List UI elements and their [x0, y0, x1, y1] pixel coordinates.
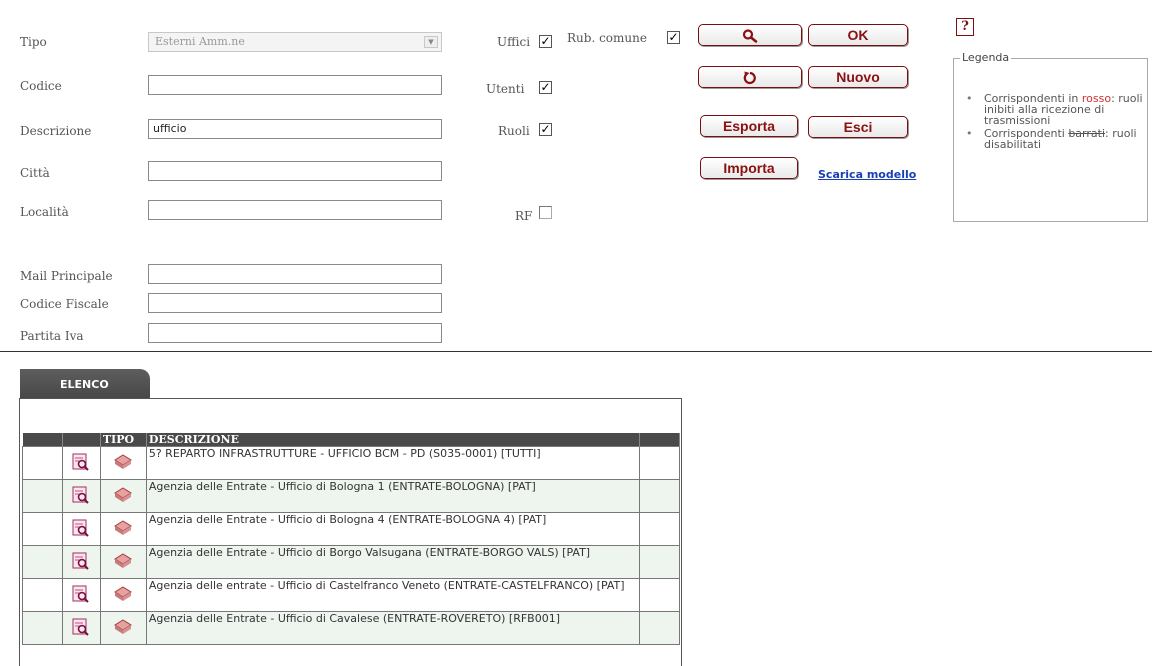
table-row[interactable]: Agenzia delle Entrate - Ufficio di Bolog…	[22, 479, 680, 513]
search-icon	[742, 29, 758, 44]
reset-button[interactable]	[698, 66, 802, 88]
row-extra-cell	[639, 545, 680, 579]
row-select-cell[interactable]	[22, 446, 63, 480]
utenti-checkbox[interactable]: ✓	[539, 81, 552, 94]
detail-icon[interactable]	[61, 578, 101, 612]
detail-icon[interactable]	[61, 446, 101, 480]
table-row[interactable]: Agenzia delle Entrate - Ufficio di Borgo…	[22, 545, 680, 579]
table-header: TIPO DESCRIZIONE	[22, 433, 680, 447]
row-select-cell[interactable]	[22, 512, 63, 546]
row-descrizione: Agenzia delle entrate - Ufficio di Caste…	[145, 578, 641, 612]
uffici-checkbox[interactable]: ✓	[539, 35, 552, 48]
tipo-label: Tipo	[20, 35, 47, 49]
ruoli-checkbox[interactable]: ✓	[539, 123, 552, 136]
detail-icon[interactable]	[61, 512, 101, 546]
office-type-icon	[99, 446, 147, 480]
results-panel: TIPO DESCRIZIONE 5? REPARTO INFRASTRUTTU…	[19, 398, 682, 666]
codice-label: Codice	[20, 79, 62, 93]
table-row[interactable]: Agenzia delle entrate - Ufficio di Caste…	[22, 578, 680, 612]
legend-title: Legenda	[960, 51, 1012, 64]
refresh-icon	[743, 71, 756, 85]
citta-label: Città	[20, 166, 50, 180]
office-type-icon	[99, 578, 147, 612]
row-descrizione: Agenzia delle Entrate - Ufficio di Bolog…	[145, 479, 641, 513]
rf-label: RF	[515, 209, 533, 223]
nuovo-button[interactable]: Nuovo	[808, 66, 908, 88]
col-header-tipo: TIPO	[100, 433, 147, 447]
col-header-descrizione: DESCRIZIONE	[146, 433, 641, 447]
section-divider	[0, 351, 1152, 352]
utenti-label: Utenti	[486, 82, 525, 96]
office-type-icon	[99, 611, 147, 645]
table-row[interactable]: 5? REPARTO INFRASTRUTTURE - UFFICIO BCM …	[22, 446, 680, 480]
detail-icon[interactable]	[61, 479, 101, 513]
table-row[interactable]: Agenzia delle Entrate - Ufficio di Caval…	[22, 611, 680, 645]
importa-button[interactable]: Importa	[700, 157, 798, 179]
row-extra-cell	[639, 512, 680, 546]
rub-comune-label: Rub. comune	[567, 31, 647, 45]
rub-comune-checkbox[interactable]: ✓	[667, 31, 680, 44]
localita-input[interactable]	[148, 200, 442, 220]
ok-button[interactable]: OK	[808, 24, 908, 46]
ruoli-label: Ruoli	[498, 124, 530, 138]
row-descrizione: Agenzia delle Entrate - Ufficio di Bolog…	[145, 512, 641, 546]
mail-principale-input[interactable]	[148, 264, 442, 284]
codice-fiscale-input[interactable]	[148, 293, 442, 313]
chevron-down-icon[interactable]: ▼	[424, 36, 438, 48]
legend-item-red: Corrispondenti in rosso: ruoli inibiti a…	[966, 93, 1146, 126]
row-extra-cell	[639, 611, 680, 645]
results-table: TIPO DESCRIZIONE 5? REPARTO INFRASTRUTTU…	[22, 433, 680, 645]
partita-iva-input[interactable]	[148, 323, 442, 343]
scarica-modello-link[interactable]: Scarica modello	[818, 168, 916, 181]
codice-input[interactable]	[148, 75, 442, 95]
row-descrizione: Agenzia delle Entrate - Ufficio di Borgo…	[145, 545, 641, 579]
row-descrizione: Agenzia delle Entrate - Ufficio di Caval…	[145, 611, 641, 645]
help-icon[interactable]: ?	[956, 18, 974, 36]
esci-button[interactable]: Esci	[808, 116, 908, 138]
descrizione-label: Descrizione	[20, 124, 92, 138]
row-descrizione: 5? REPARTO INFRASTRUTTURE - UFFICIO BCM …	[145, 446, 641, 480]
uffici-label: Uffici	[497, 35, 531, 49]
office-type-icon	[99, 512, 147, 546]
row-extra-cell	[639, 479, 680, 513]
col-header-select	[22, 433, 63, 447]
office-type-icon	[99, 479, 147, 513]
partita-iva-label: Partita Iva	[20, 329, 84, 343]
citta-input[interactable]	[148, 161, 442, 181]
row-select-cell[interactable]	[22, 479, 63, 513]
row-select-cell[interactable]	[22, 578, 63, 612]
codice-fiscale-label: Codice Fiscale	[20, 297, 109, 311]
col-header-detail	[62, 433, 101, 447]
tipo-select-value: Esterni Amm.ne	[155, 35, 245, 48]
detail-icon[interactable]	[61, 611, 101, 645]
descrizione-input[interactable]: ufficio	[148, 119, 442, 139]
esporta-button[interactable]: Esporta	[700, 115, 798, 137]
mail-principale-label: Mail Principale	[20, 269, 113, 283]
legend-item-strike: Corrispondenti barrati: ruoli disabilita…	[966, 128, 1146, 150]
localita-label: Località	[20, 205, 69, 219]
search-button[interactable]	[698, 24, 802, 46]
row-select-cell[interactable]	[22, 545, 63, 579]
row-select-cell[interactable]	[22, 611, 63, 645]
tipo-select[interactable]: Esterni Amm.ne ▼	[148, 32, 442, 52]
legend-list: Corrispondenti in rosso: ruoli inibiti a…	[966, 93, 1146, 152]
detail-icon[interactable]	[61, 545, 101, 579]
legend-box: Legenda Corrispondenti in rosso: ruoli i…	[953, 51, 1148, 222]
rf-checkbox[interactable]	[539, 206, 552, 219]
office-type-icon	[99, 545, 147, 579]
col-header-extra	[639, 433, 680, 447]
row-extra-cell	[639, 446, 680, 480]
row-extra-cell	[639, 578, 680, 612]
tab-elenco[interactable]: ELENCO	[20, 369, 150, 399]
table-row[interactable]: Agenzia delle Entrate - Ufficio di Bolog…	[22, 512, 680, 546]
